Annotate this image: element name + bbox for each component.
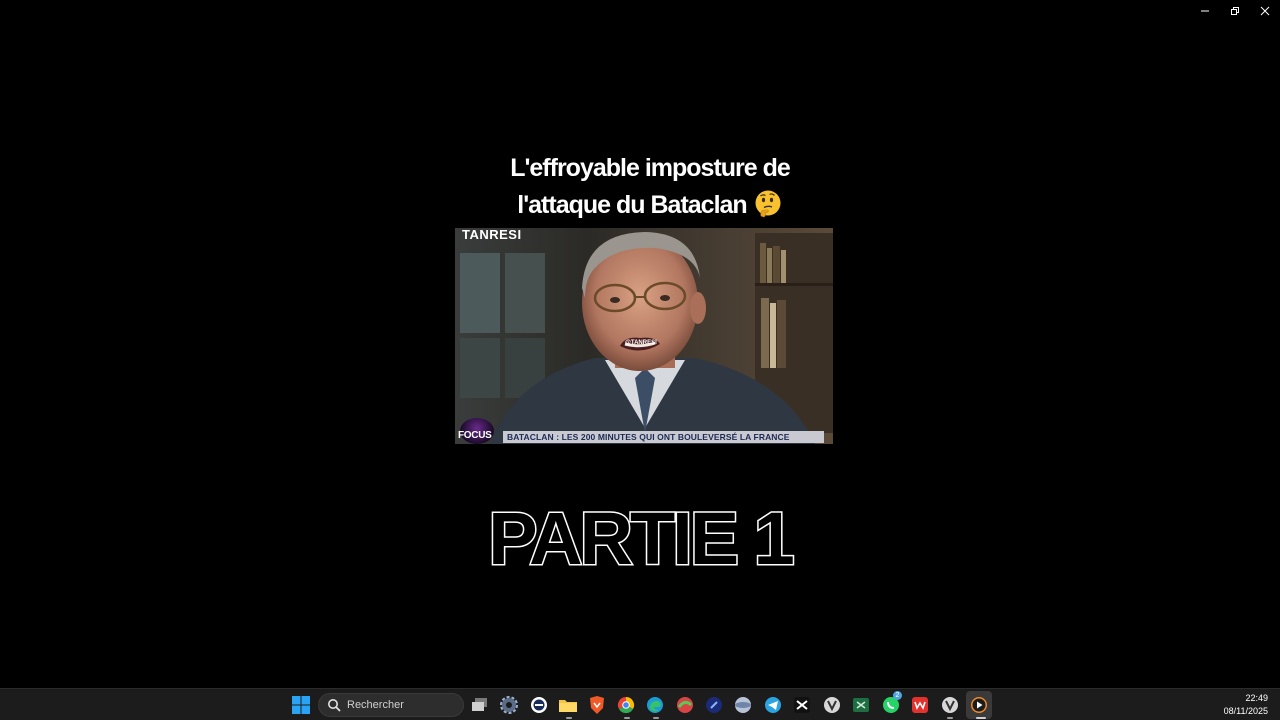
media-player-icon (971, 697, 987, 713)
windows-start-icon (292, 696, 310, 714)
taskbar-app[interactable] (527, 693, 551, 717)
lower-third-banner: BATACLAN : LES 200 MINUTES QUI ONT BOULE… (503, 431, 824, 443)
search-icon (328, 699, 341, 712)
channel-watermark: @TANRESI (625, 340, 657, 346)
taskbar-edge[interactable] (643, 693, 667, 717)
minimize-icon (1201, 10, 1209, 12)
close-button[interactable] (1250, 0, 1280, 22)
vivaldi-icon (824, 697, 840, 713)
taskbar-brave[interactable] (585, 693, 609, 717)
running-indicator (624, 717, 630, 719)
colorful-app-icon (677, 697, 693, 713)
taskbar-vivaldi[interactable] (820, 693, 844, 717)
telegram-icon (765, 697, 781, 713)
overlay-title-line-1: L'effroyable imposture de (510, 154, 791, 182)
taskbar-app-2[interactable] (673, 693, 697, 717)
thinking-face-icon (755, 190, 781, 218)
taskbar-capcut[interactable] (790, 693, 814, 717)
taskbar-app-4[interactable] (731, 693, 755, 717)
clock-date: 08/11/2025 (1223, 706, 1268, 716)
active-indicator (976, 717, 986, 719)
overlay-title-line-2-wrap: l'attaque du Bataclan (440, 187, 860, 224)
restore-icon (1231, 7, 1239, 15)
excel-icon (853, 698, 869, 712)
clock-time: 22:49 (1245, 693, 1268, 703)
running-indicator (653, 717, 659, 719)
close-icon (1260, 6, 1270, 16)
chrome-icon (617, 696, 635, 714)
task-view-button[interactable] (468, 693, 492, 717)
taskbar-search[interactable]: Rechercher (318, 693, 464, 717)
taskbar-media-player[interactable] (967, 693, 991, 717)
start-button[interactable] (289, 693, 313, 717)
vivaldi-icon-2 (942, 697, 958, 713)
taskbar-vivaldi-2[interactable] (938, 693, 962, 717)
channel-tag: TANRESI (462, 228, 522, 242)
taskbar-wps[interactable] (908, 693, 932, 717)
taskbar-clock[interactable]: 22:49 08/11/2025 (1224, 692, 1268, 718)
video-still-image (455, 228, 833, 444)
minimize-button[interactable] (1190, 0, 1220, 22)
video-caption: PARTIE 1 (487, 496, 797, 582)
taskbar-app-3[interactable] (702, 693, 726, 717)
whatsapp-badge: 2 (893, 691, 902, 700)
video-frame: TANRESI @TANRESI (455, 228, 833, 444)
taskbar-settings[interactable] (497, 693, 521, 717)
taskbar-chrome[interactable] (614, 693, 638, 717)
taskbar-file-explorer[interactable] (556, 693, 580, 717)
window-controls (1190, 0, 1280, 22)
restore-button[interactable] (1220, 0, 1250, 22)
video-overlay-title: L'effroyable imposture de l'attaque du B… (440, 150, 860, 224)
running-indicator (947, 717, 953, 719)
search-placeholder: Rechercher (347, 699, 404, 711)
settings-icon (500, 696, 518, 714)
capcut-icon (794, 697, 810, 713)
chat-app-icon (531, 697, 547, 713)
brave-icon (590, 696, 604, 714)
globe-app-icon (735, 697, 751, 713)
dark-blue-app-icon (706, 697, 722, 713)
taskbar: Rechercher 2 22:49 08/11/2025 (0, 688, 1280, 720)
video-player[interactable]: L'effroyable imposture de l'attaque du B… (0, 0, 1280, 688)
wps-icon (912, 697, 928, 713)
edge-icon (647, 697, 663, 713)
folder-icon (559, 700, 577, 712)
overlay-title-line-2: l'attaque du Bataclan (517, 191, 747, 219)
running-indicator (566, 717, 572, 719)
taskbar-excel[interactable] (849, 693, 873, 717)
focus-logo-text: FOCUS (458, 430, 492, 441)
task-view-icon (472, 698, 487, 711)
taskbar-telegram[interactable] (761, 693, 785, 717)
